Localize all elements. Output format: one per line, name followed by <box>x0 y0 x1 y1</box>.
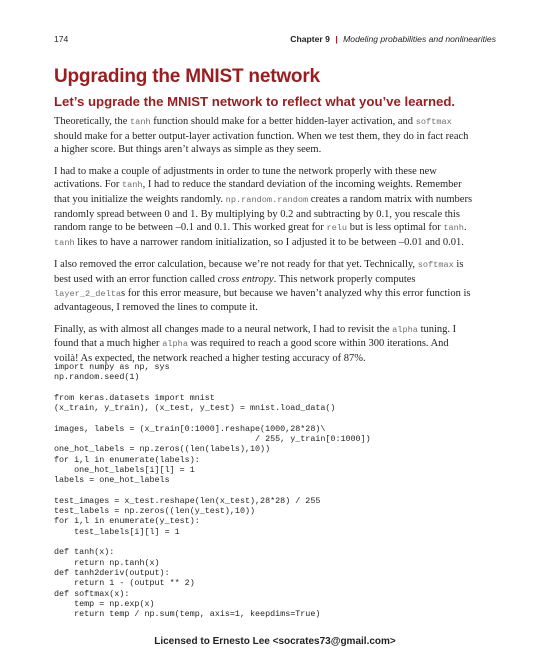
text-run: I also removed the error calculation, be… <box>54 259 418 271</box>
chapter-title: Modeling probabilities and nonlinearitie… <box>343 34 496 44</box>
paragraph-2: I had to make a couple of adjustments in… <box>54 165 474 251</box>
text-run: . This network properly computes <box>273 273 416 285</box>
running-header: 174 Chapter 9 | Modeling probabilities a… <box>54 34 496 48</box>
paragraph-1: Theoretically, the tanh function should … <box>54 115 474 157</box>
text-run: should make for a better output-layer ac… <box>54 130 469 156</box>
license-footer: Licensed to Ernesto Lee <socrates73@gmai… <box>154 636 396 647</box>
inline-code: tanh <box>130 117 151 127</box>
code-listing: import numpy as np, sys np.random.seed(1… <box>54 362 371 620</box>
text-run: Theoretically, the <box>54 116 130 127</box>
inline-code: softmax <box>417 260 454 271</box>
inline-code: tanh <box>121 180 143 191</box>
section-title: Upgrading the MNIST network <box>54 66 320 87</box>
inline-code: layer_2_delta <box>54 288 122 299</box>
inline-code: alpha <box>162 339 188 350</box>
text-run: function should make for a better hidden… <box>150 116 416 127</box>
inline-code: np.random.random <box>225 194 309 205</box>
paragraph-4: Finally, as with almost all changes made… <box>54 323 474 366</box>
paragraph-3: I also removed the error calculation, be… <box>54 258 474 314</box>
body-text: Theoretically, the tanh function should … <box>54 115 474 374</box>
text-run: likes to have a narrower random initiali… <box>74 236 464 248</box>
text-run: . <box>463 222 467 234</box>
header-separator: | <box>335 34 338 44</box>
text-run: Finally, as with almost all changes made… <box>54 323 393 335</box>
inline-code: relu <box>326 223 348 234</box>
chapter-heading: Chapter 9 | Modeling probabilities and n… <box>290 34 496 44</box>
inline-code: alpha <box>392 324 418 335</box>
emphasis: cross entropy <box>217 273 274 285</box>
page-number: 174 <box>54 34 69 44</box>
inline-code: tanh <box>443 223 464 234</box>
chapter-label: Chapter 9 <box>290 34 330 44</box>
section-subtitle: Let’s upgrade the MNIST network to refle… <box>54 94 456 109</box>
inline-code: softmax <box>415 117 452 127</box>
text-run: but is less optimal for <box>347 222 444 234</box>
inline-code: tanh <box>54 237 75 248</box>
